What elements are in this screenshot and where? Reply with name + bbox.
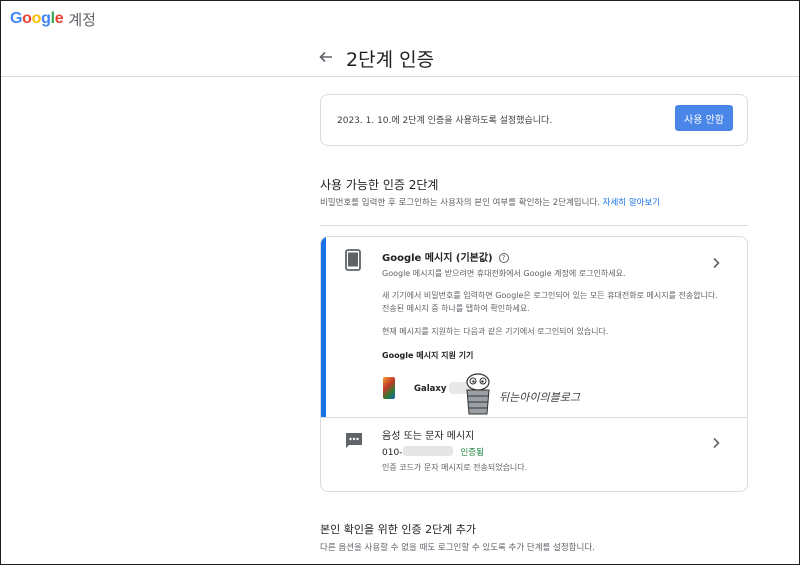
top-bar: Google 계정 bbox=[1, 1, 799, 37]
arrow-left-icon[interactable] bbox=[318, 49, 334, 65]
google-prompt-title: Google 메시지 (기본값)? bbox=[382, 249, 509, 264]
verified-badge: 인증됨 bbox=[460, 448, 484, 458]
chevron-right-icon[interactable] bbox=[711, 257, 721, 269]
add-steps-title: 본인 확인을 위한 인증 2단계 추가 bbox=[320, 523, 477, 536]
methods-card: Google 메시지 (기본값)? Google 메시지를 받으려면 휴대전화에… bbox=[320, 236, 748, 492]
message-icon bbox=[346, 433, 362, 448]
page-title: 2단계 인증 bbox=[346, 49, 435, 71]
help-circle-icon[interactable]: ? bbox=[498, 253, 509, 263]
learn-more-link[interactable]: 자세히 알아보기 bbox=[603, 198, 660, 208]
add-steps-description: 다른 옵션을 사용할 수 없을 때도 로그인할 수 있도록 추가 단계를 설정합… bbox=[320, 543, 595, 553]
google-prompt-subtitle: Google 메시지를 받으려면 휴대전화에서 Google 계정에 로그인하세… bbox=[382, 269, 626, 278]
available-steps-title: 사용 가능한 인증 2단계 bbox=[320, 178, 439, 192]
status-card: 2023. 1. 10.에 2단계 인증을 사용하도록 설정했습니다. 사용 안… bbox=[320, 94, 748, 146]
sms-phone-number: 010- 인증됨 bbox=[382, 446, 484, 458]
supported-devices-title: Google 메시지 지원 기기 bbox=[382, 351, 474, 360]
available-steps-description: 비밀번호를 입력한 후 로그인하는 사용자의 본인 여부를 확인하는 2단계입니… bbox=[320, 198, 661, 208]
google-prompt-paragraph-2: 현재 메시지를 지원하는 다음과 같은 기기에서 로그인되어 있습니다. bbox=[382, 327, 609, 336]
smartphone-icon bbox=[345, 249, 361, 271]
logo-suffix: 계정 bbox=[68, 10, 96, 29]
status-text: 2023. 1. 10.에 2단계 인증을 사용하도록 설정했습니다. bbox=[337, 116, 553, 126]
sms-subtitle: 인증 코드가 문자 메시지로 전송되었습니다. bbox=[382, 463, 528, 472]
watermark-character-icon bbox=[466, 373, 490, 415]
divider bbox=[320, 225, 748, 226]
google-prompt-method[interactable]: Google 메시지 (기본값)? Google 메시지를 받으려면 휴대전화에… bbox=[321, 237, 747, 417]
device-name: Galaxy bbox=[414, 384, 447, 394]
sms-title: 음성 또는 문자 메시지 bbox=[382, 431, 475, 442]
active-indicator bbox=[321, 237, 326, 417]
page-header: 2단계 인증 bbox=[1, 37, 799, 77]
chevron-right-icon[interactable] bbox=[711, 437, 721, 449]
google-prompt-paragraph-1: 새 기기에서 비밀번호를 입력하면 Google은 로그인되어 있는 모든 휴대… bbox=[382, 291, 718, 313]
watermark-text: 뒤는아이의블로그 bbox=[499, 391, 580, 404]
disable-button[interactable]: 사용 안함 bbox=[675, 105, 733, 131]
phone-number-redacted bbox=[403, 446, 454, 456]
device-thumbnail bbox=[383, 377, 395, 399]
google-logo[interactable]: Google bbox=[10, 10, 64, 28]
